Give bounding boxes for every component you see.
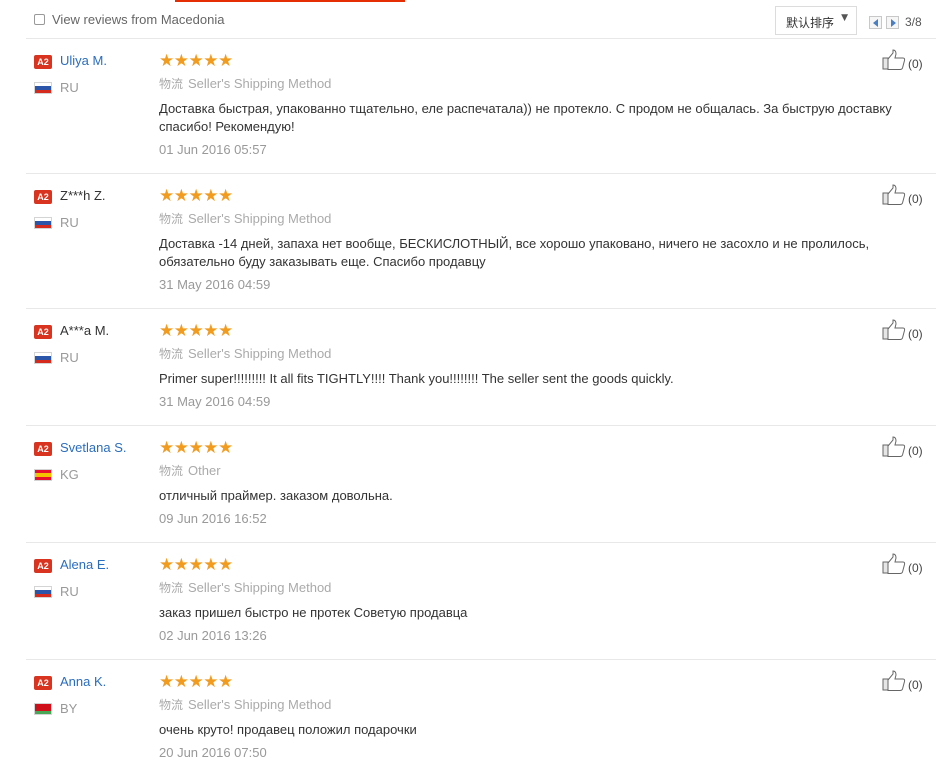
divider (26, 308, 936, 309)
shipping-label: 物流 (159, 464, 184, 478)
helpful-count: (0) (908, 327, 923, 341)
review-text: Доставка -14 дней, запаха нет вообще, БЕ… (159, 236, 870, 269)
shipping-method-value: Other (188, 463, 221, 478)
sort-dropdown[interactable]: 默认排序 ▼ (775, 6, 857, 35)
chevron-down-icon: ▼ (841, 13, 848, 23)
shipping-label: 物流 (159, 698, 184, 712)
shipping-method: 物流 Seller's Shipping Method (159, 210, 331, 227)
review-text: заказ пришел быстро не протек Советую пр… (159, 605, 468, 620)
country-flag-icon (34, 217, 52, 229)
country-code: BY (60, 701, 78, 716)
shipping-label: 物流 (159, 347, 184, 361)
arrow-right-icon (891, 19, 896, 27)
review-date: 09 Jun 2016 16:52 (159, 511, 267, 526)
sort-dropdown-label: 默认排序 (786, 16, 835, 30)
shipping-method-value: Seller's Shipping Method (188, 76, 332, 91)
thumbs-up-icon (882, 670, 906, 691)
divider (26, 659, 936, 660)
buyer-level-badge: A2 (34, 559, 52, 573)
shipping-label: 物流 (159, 581, 184, 595)
helpful-count: (0) (908, 192, 923, 206)
review-date: 31 May 2016 04:59 (159, 277, 271, 292)
review-date: 02 Jun 2016 13:26 (159, 628, 267, 643)
country-code: RU (60, 350, 79, 365)
country-code: RU (60, 584, 79, 599)
buyer-level-badge: A2 (34, 442, 52, 456)
shipping-method-value: Seller's Shipping Method (188, 697, 332, 712)
filter-bar: View reviews from Macedonia 默认排序 ▼ 3/8 (0, 4, 942, 38)
shipping-method: 物流 Seller's Shipping Method (159, 345, 331, 362)
country-flag-icon (34, 82, 52, 94)
shipping-method-value: Seller's Shipping Method (188, 580, 332, 595)
buyer-level-badge: A2 (34, 55, 52, 69)
thumbs-up-icon (882, 49, 906, 70)
thumbs-up-icon (882, 553, 906, 574)
thumbs-up-icon (882, 319, 906, 340)
review-date: 31 May 2016 04:59 (159, 394, 271, 409)
helpful-count: (0) (908, 561, 923, 575)
review-date: 01 Jun 2016 05:57 (159, 142, 267, 157)
review-text: очень круто! продавец положил подарочки (159, 722, 417, 737)
page-indicator: 3/8 (905, 15, 922, 29)
helpful-count: (0) (908, 57, 923, 71)
shipping-method-value: Seller's Shipping Method (188, 211, 332, 226)
helpful-count: (0) (908, 678, 923, 692)
shipping-method: 物流 Seller's Shipping Method (159, 579, 331, 596)
reviewer-name: A***a M. (60, 323, 110, 338)
country-flag-icon (34, 586, 52, 598)
top-accent-bar (0, 0, 942, 2)
country-flag-icon (34, 703, 52, 715)
shipping-label: 物流 (159, 212, 184, 226)
thumbs-up-icon (882, 436, 906, 457)
divider (26, 425, 936, 426)
reviewer-name[interactable]: Svetlana S. (60, 440, 127, 455)
divider (26, 542, 936, 543)
star-rating: ★★★★★ (159, 672, 233, 692)
next-page-button[interactable] (886, 16, 899, 29)
country-code: RU (60, 80, 79, 95)
shipping-method-value: Seller's Shipping Method (188, 346, 332, 361)
review-text: Доставка быстрая, упакованно тщательно, … (159, 101, 892, 134)
shipping-method: 物流 Other (159, 462, 221, 479)
review-text: отличный праймер. заказом довольна. (159, 488, 393, 503)
star-rating: ★★★★★ (159, 51, 233, 71)
active-tab-indicator (175, 0, 405, 2)
helpful-count: (0) (908, 444, 923, 458)
divider (26, 38, 936, 39)
buyer-level-badge: A2 (34, 325, 52, 339)
star-rating: ★★★★★ (159, 186, 233, 206)
previous-page-button[interactable] (869, 16, 882, 29)
review-date: 20 Jun 2016 07:50 (159, 745, 267, 760)
country-filter-label[interactable]: View reviews from Macedonia (52, 12, 224, 27)
country-flag-icon (34, 352, 52, 364)
buyer-level-badge: A2 (34, 676, 52, 690)
buyer-level-badge: A2 (34, 190, 52, 204)
reviewer-name: Z***h Z. (60, 188, 106, 203)
shipping-method: 物流 Seller's Shipping Method (159, 696, 331, 713)
arrow-left-icon (873, 19, 878, 27)
review-text: Primer super!!!!!!!!! It all fits TIGHTL… (159, 371, 674, 386)
star-rating: ★★★★★ (159, 438, 233, 458)
reviewer-name[interactable]: Alena E. (60, 557, 109, 572)
country-code: KG (60, 467, 79, 482)
shipping-label: 物流 (159, 77, 184, 91)
country-filter-checkbox[interactable] (34, 14, 45, 25)
thumbs-up-icon (882, 184, 906, 205)
shipping-method: 物流 Seller's Shipping Method (159, 75, 331, 92)
divider (26, 173, 936, 174)
reviewer-name[interactable]: Anna K. (60, 674, 106, 689)
star-rating: ★★★★★ (159, 321, 233, 341)
reviewer-name[interactable]: Uliya M. (60, 53, 107, 68)
star-rating: ★★★★★ (159, 555, 233, 575)
country-flag-icon (34, 469, 52, 481)
country-code: RU (60, 215, 79, 230)
